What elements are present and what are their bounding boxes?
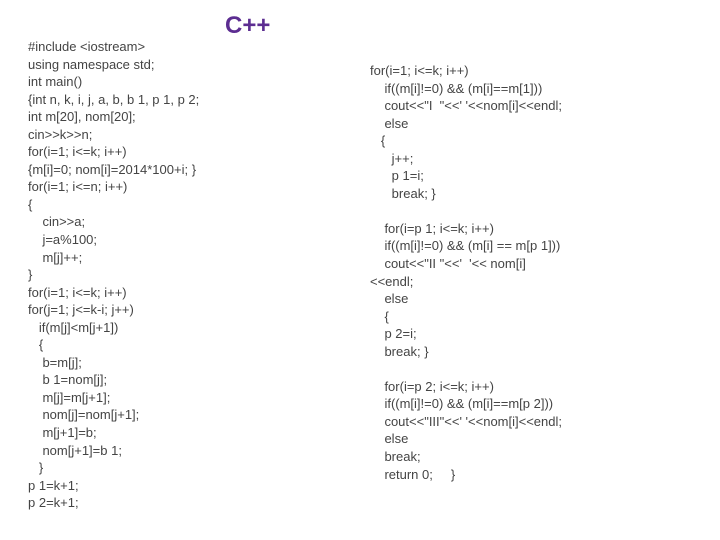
slide-title: C++ bbox=[225, 12, 270, 40]
code-right-column: for(i=1; i<=k; i++) if((m[i]!=0) && (m[i… bbox=[370, 62, 562, 483]
code-slide: C++ #include <iostream> using namespace … bbox=[0, 0, 720, 540]
code-left-column: #include <iostream> using namespace std;… bbox=[28, 38, 199, 512]
